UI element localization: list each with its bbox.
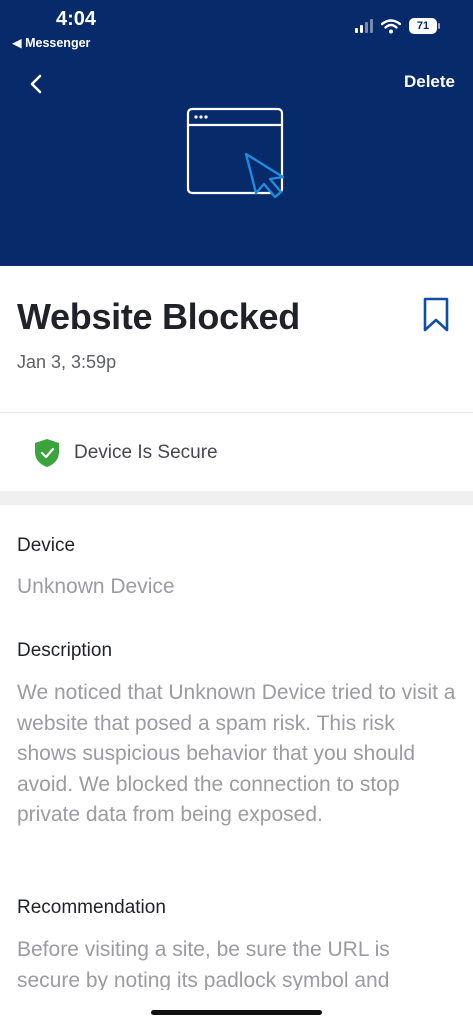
browser-window-icon [186, 107, 285, 199]
bookmark-icon [423, 297, 449, 332]
device-heading: Device [17, 535, 76, 556]
chevron-left-icon [30, 74, 42, 94]
bookmark-button[interactable] [423, 297, 449, 338]
device-value: Unknown Device [17, 575, 175, 598]
cellular-signal-icon [355, 19, 373, 33]
device-status-label: Device Is Secure [74, 442, 218, 463]
back-to-messenger-link[interactable]: ◀ Messenger [12, 35, 90, 50]
recommendation-text: Before visiting a site, be sure the URL … [17, 938, 390, 990]
description-heading: Description [17, 640, 113, 661]
wifi-icon [381, 18, 401, 33]
header-banner: 4:04 ◀ Messenger 71 Delete [0, 0, 473, 266]
device-status: Device Is Secure [34, 438, 218, 468]
home-indicator[interactable] [151, 1010, 322, 1015]
back-button[interactable] [22, 70, 50, 98]
alert-timestamp: Jan 3, 3:59p [17, 352, 117, 372]
battery-icon: 71 [409, 18, 440, 34]
recommendation-heading: Recommendation [17, 897, 166, 918]
delete-button[interactable]: Delete [404, 72, 455, 92]
status-time: 4:04 [56, 8, 97, 30]
cursor-arrow-icon [244, 152, 285, 199]
status-icons: 71 [355, 18, 440, 34]
section-separator [0, 491, 473, 505]
description-text: We noticed that Unknown Device tried to … [17, 681, 456, 826]
shield-check-icon [35, 439, 59, 467]
page-title: Website Blocked [17, 296, 300, 337]
divider [0, 412, 473, 413]
